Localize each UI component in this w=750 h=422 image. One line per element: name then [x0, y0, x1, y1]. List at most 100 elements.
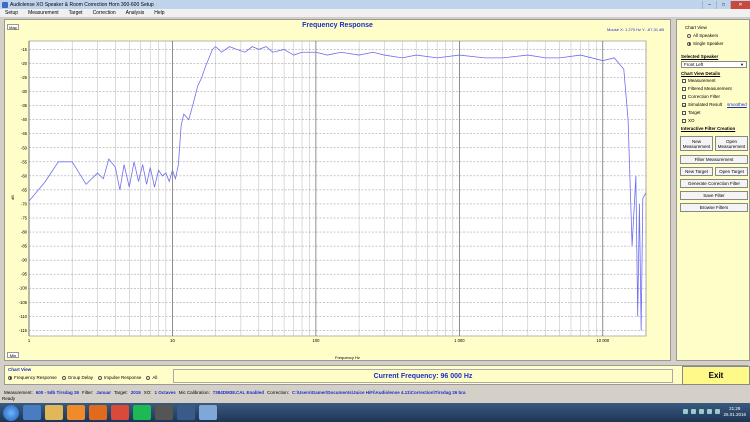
xo-label: XO:: [143, 389, 152, 395]
menu-help[interactable]: Help: [149, 10, 169, 16]
open-target-button[interactable]: Open Target: [715, 167, 748, 176]
filter-measurement-button[interactable]: Filter Measurement: [680, 155, 748, 164]
smoothed-link[interactable]: smoothed: [727, 102, 747, 107]
chart-area: Frequency Response Map Mouse X: 1 270 Hz…: [4, 19, 671, 380]
folder-icon[interactable]: [45, 405, 63, 420]
y-tick-label: -105: [19, 300, 28, 305]
min-button[interactable]: Min: [7, 352, 19, 358]
radio-dot: [98, 375, 103, 380]
y-tick-label: -60: [21, 173, 28, 178]
ready-status: Ready: [0, 396, 750, 403]
checkbox: [682, 118, 686, 123]
y-tick-label: -45: [21, 131, 28, 136]
current-frequency: Current Frequency: 96 000 Hz: [173, 369, 673, 383]
radio-dot: [61, 375, 66, 380]
mic-label: Mic Calibration:: [178, 389, 210, 395]
tray-icon[interactable]: [683, 409, 688, 414]
new-measurement-button[interactable]: New Measurement: [680, 136, 713, 151]
y-tick-label: -80: [21, 230, 28, 235]
tray-icon[interactable]: [699, 409, 704, 414]
maximize-button[interactable]: □: [716, 0, 730, 9]
menu-measurement[interactable]: Measurement: [23, 10, 64, 16]
check-filtered-measurement[interactable]: Filtered Measurement: [682, 86, 732, 91]
steam-icon[interactable]: [177, 405, 195, 420]
ie-icon[interactable]: [23, 405, 41, 420]
frequency-response-plot[interactable]: -15 -20 -25 -30 -35 -40 -45 -50 -55 -60 -65 -70 -75 -…: [9, 39, 649, 344]
taskbar: 21:29 26.01.2016: [0, 403, 750, 422]
spotify-icon[interactable]: [133, 405, 151, 420]
app-icon: [2, 1, 8, 8]
check-measurement[interactable]: Measurement: [682, 78, 716, 83]
radio-dot: [146, 375, 151, 380]
y-tick-label: -35: [21, 103, 28, 108]
menu-setup[interactable]: Setup: [0, 10, 23, 16]
x-tick-label: 1: [28, 338, 31, 343]
clock-date: 26.01.2016: [723, 412, 746, 417]
menu-analysis[interactable]: Analysis: [121, 10, 150, 16]
browse-filters-button[interactable]: Browse Filters: [680, 203, 748, 212]
minimize-button[interactable]: –: [702, 0, 716, 9]
audiolense-icon[interactable]: [199, 405, 217, 420]
radio-frequency-response[interactable]: Frequency Response: [8, 375, 57, 380]
media-player-icon[interactable]: [67, 405, 85, 420]
x-tick-label: 10 000: [596, 338, 609, 343]
radio-all-speakers[interactable]: All Speakers: [687, 33, 718, 38]
checkbox-label: Simulated Result: [688, 102, 723, 107]
y-tick-label: -40: [21, 117, 28, 122]
volume-icon[interactable]: [715, 409, 720, 414]
close-button[interactable]: ✕: [730, 0, 750, 9]
new-target-button[interactable]: New Target: [680, 167, 713, 176]
mic-value: 7384DM38.CAL Enabled: [212, 389, 264, 395]
start-button[interactable]: [3, 404, 19, 421]
menu-target[interactable]: Target: [64, 10, 88, 16]
measurement-value: 600 - 5db Tirsdag 26: [35, 389, 79, 395]
exit-button[interactable]: Exit: [682, 366, 750, 385]
save-filter-button[interactable]: Save Filter: [680, 191, 748, 200]
check-target[interactable]: Target: [682, 110, 701, 115]
system-tray: [683, 409, 720, 414]
check-simulated-result[interactable]: ✓ Simulated Result smoothed: [682, 102, 747, 107]
filter-label: Filter:: [81, 389, 94, 395]
chart-view-details-label: Chart View Details: [681, 71, 721, 76]
y-tick-label: -20: [21, 61, 28, 66]
radio-group-delay[interactable]: Group Delay: [61, 375, 93, 380]
checkbox-label: Measurement: [688, 78, 716, 83]
mouse-readout: Mouse X: 1 270 Hz Y: -67,31 dB: [607, 27, 665, 32]
status-line: Measurement: 600 - 5db Tirsdag 26 Filter…: [0, 388, 750, 396]
y-tick-label: -110: [19, 314, 28, 319]
radio-label: All: [152, 375, 158, 380]
y-tick-label: -15: [21, 47, 28, 52]
radio-label: All Speakers: [693, 33, 719, 38]
radio-single-speaker[interactable]: Single Speaker: [687, 41, 724, 46]
generate-correction-filter-button[interactable]: Generate Correction Filter: [680, 179, 748, 188]
menu-correction[interactable]: Correction: [88, 10, 121, 16]
clock[interactable]: 21:29 26.01.2016: [723, 406, 746, 418]
radio-label: Impulse Response: [104, 375, 142, 380]
speaker-select[interactable]: Front Left ▼: [681, 61, 747, 68]
map-button[interactable]: Map: [7, 24, 19, 30]
chrome-icon[interactable]: [111, 405, 129, 420]
y-tick-label: -25: [21, 75, 28, 80]
filter-value: Januar: [96, 389, 111, 395]
checkbox-label: Correction Filter: [688, 94, 721, 99]
x-tick-label: 1 000: [454, 338, 465, 343]
radio-label: Frequency Response: [14, 375, 57, 380]
checkbox: [682, 94, 686, 99]
checkbox-label: Filtered Measurement: [688, 86, 732, 91]
calculator-icon[interactable]: [155, 405, 173, 420]
selected-speaker-label: Selected Speaker: [681, 54, 719, 59]
checkbox: [682, 78, 686, 83]
tray-icon[interactable]: [707, 409, 712, 414]
y-tick-label: -115: [19, 328, 28, 333]
tray-icon[interactable]: [691, 409, 696, 414]
checkbox-label: Target: [688, 110, 701, 115]
y-tick-label: -85: [21, 244, 28, 249]
check-correction-filter[interactable]: Correction Filter: [682, 94, 720, 99]
radio-all[interactable]: All: [146, 375, 157, 380]
chart-view-radios: Frequency Response Group Delay Impulse R…: [8, 375, 157, 380]
firefox-icon[interactable]: [89, 405, 107, 420]
y-tick-label: -100: [19, 286, 28, 291]
open-measurement-button[interactable]: Open Measurement: [715, 136, 748, 151]
check-xo[interactable]: XO: [682, 118, 695, 123]
radio-impulse-response[interactable]: Impulse Response: [98, 375, 141, 380]
